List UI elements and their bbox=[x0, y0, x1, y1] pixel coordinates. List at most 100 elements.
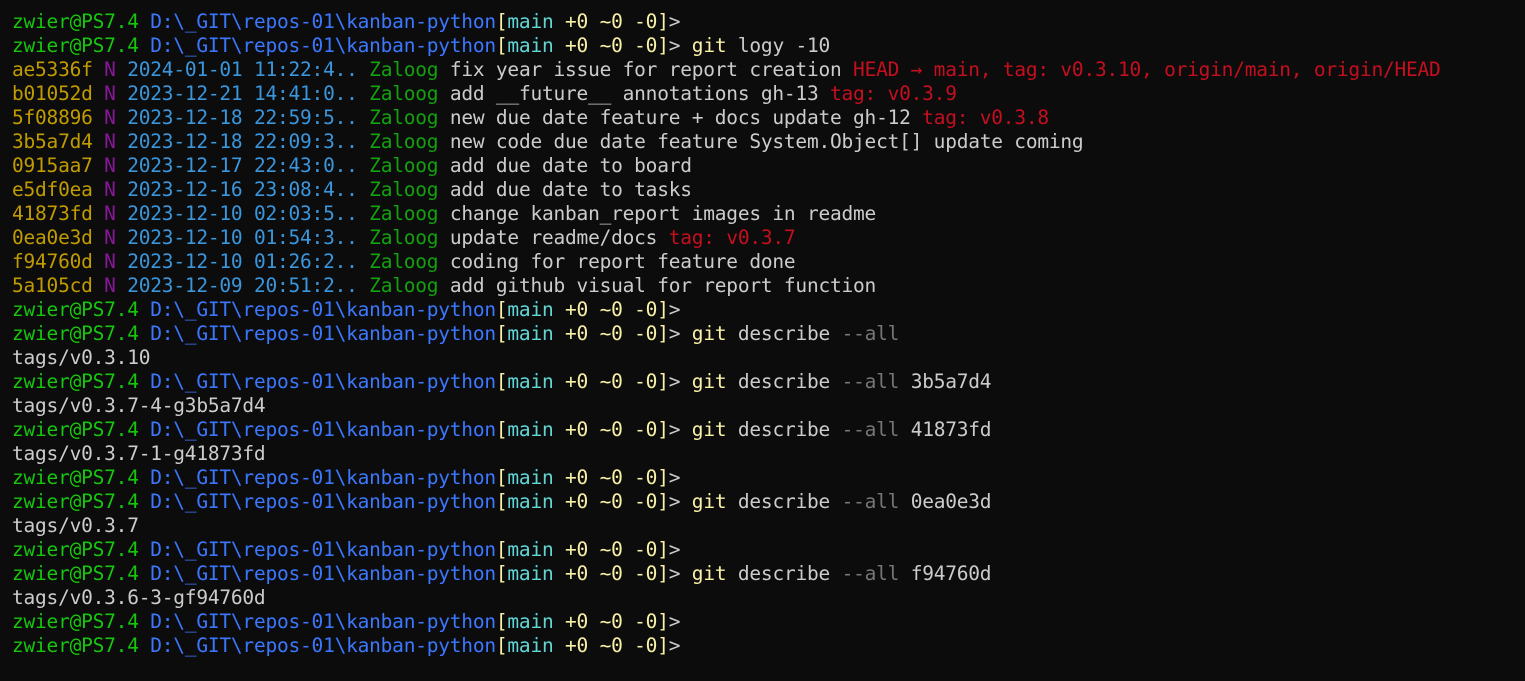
prompt-bracket-open: [ bbox=[495, 610, 508, 633]
log-entry: 5f08896 N 2023-12-18 22:59:5.. Zaloog ne… bbox=[12, 106, 1525, 130]
commit-author: Zaloog bbox=[369, 178, 439, 201]
prompt-symbol: > bbox=[668, 10, 681, 33]
prompt-status: +0 ~0 -0 bbox=[565, 10, 658, 33]
commit-date: 2023-12-09 20:51:2.. bbox=[127, 274, 358, 297]
commit-marker: N bbox=[104, 106, 116, 129]
prompt-status: +0 ~0 -0 bbox=[565, 370, 658, 393]
prompt-symbol: > bbox=[668, 370, 681, 393]
command-name: git bbox=[691, 322, 727, 345]
log-entry: ae5336f N 2024-01-01 11:22:4.. Zaloog fi… bbox=[12, 58, 1525, 82]
prompt-path: D:\_GIT\repos-01\kanban-python bbox=[150, 634, 496, 657]
commit-date: 2023-12-10 01:26:2.. bbox=[127, 250, 358, 273]
prompt-bracket-close: ] bbox=[657, 34, 669, 57]
prompt-user-host: zwier@PS7.4 bbox=[12, 370, 139, 393]
prompt-bracket-open: [ bbox=[495, 538, 508, 561]
commit-date: 2024-01-01 11:22:4.. bbox=[127, 58, 358, 81]
prompt-path: D:\_GIT\repos-01\kanban-python bbox=[150, 538, 496, 561]
command-output: tags/v0.3.6-3-gf94760d bbox=[12, 586, 1525, 610]
prompt-line: zwier@PS7.4 D:\_GIT\repos-01\kanban-pyth… bbox=[12, 562, 1525, 586]
prompt-path: D:\_GIT\repos-01\kanban-python bbox=[150, 298, 496, 321]
terminal-window[interactable]: zwier@PS7.4 D:\_GIT\repos-01\kanban-pyth… bbox=[0, 0, 1525, 681]
commit-date: 2023-12-10 02:03:5.. bbox=[127, 202, 358, 225]
commit-author: Zaloog bbox=[369, 154, 439, 177]
prompt-branch: main bbox=[507, 562, 554, 585]
prompt-line: zwier@PS7.4 D:\_GIT\repos-01\kanban-pyth… bbox=[12, 322, 1525, 346]
command-name: git bbox=[691, 562, 727, 585]
prompt-line: zwier@PS7.4 D:\_GIT\repos-01\kanban-pyth… bbox=[12, 298, 1525, 322]
commit-marker: N bbox=[104, 58, 116, 81]
commit-marker: N bbox=[104, 250, 116, 273]
prompt-status: +0 ~0 -0 bbox=[565, 298, 658, 321]
command-args: describe bbox=[726, 562, 831, 585]
command-arg-hash: 0ea0e3d bbox=[899, 490, 992, 513]
prompt-user-host: zwier@PS7.4 bbox=[12, 322, 139, 345]
prompt-symbol: > bbox=[668, 562, 681, 585]
commit-message: add due date to tasks bbox=[449, 178, 692, 201]
prompt-symbol: > bbox=[668, 298, 681, 321]
prompt-bracket-close: ] bbox=[657, 634, 669, 657]
commit-hash: 5a105cd bbox=[12, 274, 93, 297]
output-text: tags/v0.3.6-3-gf94760d bbox=[12, 586, 266, 609]
prompt-status: +0 ~0 -0 bbox=[565, 466, 658, 489]
command-flag: --all bbox=[830, 562, 900, 585]
prompt-path: D:\_GIT\repos-01\kanban-python bbox=[150, 10, 496, 33]
commit-message: change kanban_report images in readme bbox=[449, 202, 877, 225]
output-text: tags/v0.3.7-4-g3b5a7d4 bbox=[12, 394, 266, 417]
prompt-line: zwier@PS7.4 D:\_GIT\repos-01\kanban-pyth… bbox=[12, 466, 1525, 490]
prompt-bracket-close: ] bbox=[657, 538, 669, 561]
commit-hash: 41873fd bbox=[12, 202, 93, 225]
prompt-bracket-close: ] bbox=[657, 322, 669, 345]
commit-date: 2023-12-21 14:41:0.. bbox=[127, 82, 358, 105]
prompt-branch: main bbox=[507, 538, 554, 561]
commit-author: Zaloog bbox=[369, 274, 439, 297]
commit-marker: N bbox=[104, 226, 116, 249]
commit-hash: ae5336f bbox=[12, 58, 93, 81]
prompt-branch: main bbox=[507, 322, 554, 345]
prompt-symbol: > bbox=[668, 34, 681, 57]
prompt-bracket-close: ] bbox=[657, 418, 669, 441]
prompt-user-host: zwier@PS7.4 bbox=[12, 610, 139, 633]
prompt-status: +0 ~0 -0 bbox=[565, 322, 658, 345]
prompt-user-host: zwier@PS7.4 bbox=[12, 34, 139, 57]
commit-hash: f94760d bbox=[12, 250, 93, 273]
prompt-bracket-close: ] bbox=[657, 370, 669, 393]
commit-marker: N bbox=[104, 274, 116, 297]
prompt-status: +0 ~0 -0 bbox=[565, 610, 658, 633]
prompt-path: D:\_GIT\repos-01\kanban-python bbox=[150, 466, 496, 489]
log-entry: b01052d N 2023-12-21 14:41:0.. Zaloog ad… bbox=[12, 82, 1525, 106]
commit-author: Zaloog bbox=[369, 106, 439, 129]
command-flag: --all bbox=[830, 418, 900, 441]
log-entry: 0915aa7 N 2023-12-17 22:43:0.. Zaloog ad… bbox=[12, 154, 1525, 178]
log-entry: 5a105cd N 2023-12-09 20:51:2.. Zaloog ad… bbox=[12, 274, 1525, 298]
prompt-symbol: > bbox=[668, 610, 681, 633]
prompt-path: D:\_GIT\repos-01\kanban-python bbox=[150, 322, 496, 345]
command-args: logy -10 bbox=[726, 34, 831, 57]
commit-author: Zaloog bbox=[369, 226, 439, 249]
log-entry: e5df0ea N 2023-12-16 23:08:4.. Zaloog ad… bbox=[12, 178, 1525, 202]
command-args: describe bbox=[726, 370, 831, 393]
prompt-path: D:\_GIT\repos-01\kanban-python bbox=[150, 562, 496, 585]
prompt-bracket-close: ] bbox=[657, 490, 669, 513]
prompt-bracket-open: [ bbox=[495, 298, 508, 321]
commit-author: Zaloog bbox=[369, 82, 439, 105]
prompt-line: zwier@PS7.4 D:\_GIT\repos-01\kanban-pyth… bbox=[12, 634, 1525, 658]
commit-hash: e5df0ea bbox=[12, 178, 93, 201]
prompt-bracket-close: ] bbox=[657, 298, 669, 321]
prompt-branch: main bbox=[507, 418, 554, 441]
prompt-line: zwier@PS7.4 D:\_GIT\repos-01\kanban-pyth… bbox=[12, 490, 1525, 514]
command-output: tags/v0.3.7-4-g3b5a7d4 bbox=[12, 394, 1525, 418]
command-arg-hash: 3b5a7d4 bbox=[899, 370, 992, 393]
prompt-status: +0 ~0 -0 bbox=[565, 418, 658, 441]
prompt-line: zwier@PS7.4 D:\_GIT\repos-01\kanban-pyth… bbox=[12, 34, 1525, 58]
log-entry: 3b5a7d4 N 2023-12-18 22:09:3.. Zaloog ne… bbox=[12, 130, 1525, 154]
prompt-path: D:\_GIT\repos-01\kanban-python bbox=[150, 370, 496, 393]
prompt-user-host: zwier@PS7.4 bbox=[12, 562, 139, 585]
prompt-symbol: > bbox=[668, 634, 681, 657]
prompt-bracket-open: [ bbox=[495, 418, 508, 441]
prompt-branch: main bbox=[507, 10, 554, 33]
prompt-line: zwier@PS7.4 D:\_GIT\repos-01\kanban-pyth… bbox=[12, 370, 1525, 394]
command-output: tags/v0.3.7 bbox=[12, 514, 1525, 538]
commit-hash: 0ea0e3d bbox=[12, 226, 93, 249]
commit-message: update readme/docs bbox=[449, 226, 658, 249]
command-name: git bbox=[691, 490, 727, 513]
